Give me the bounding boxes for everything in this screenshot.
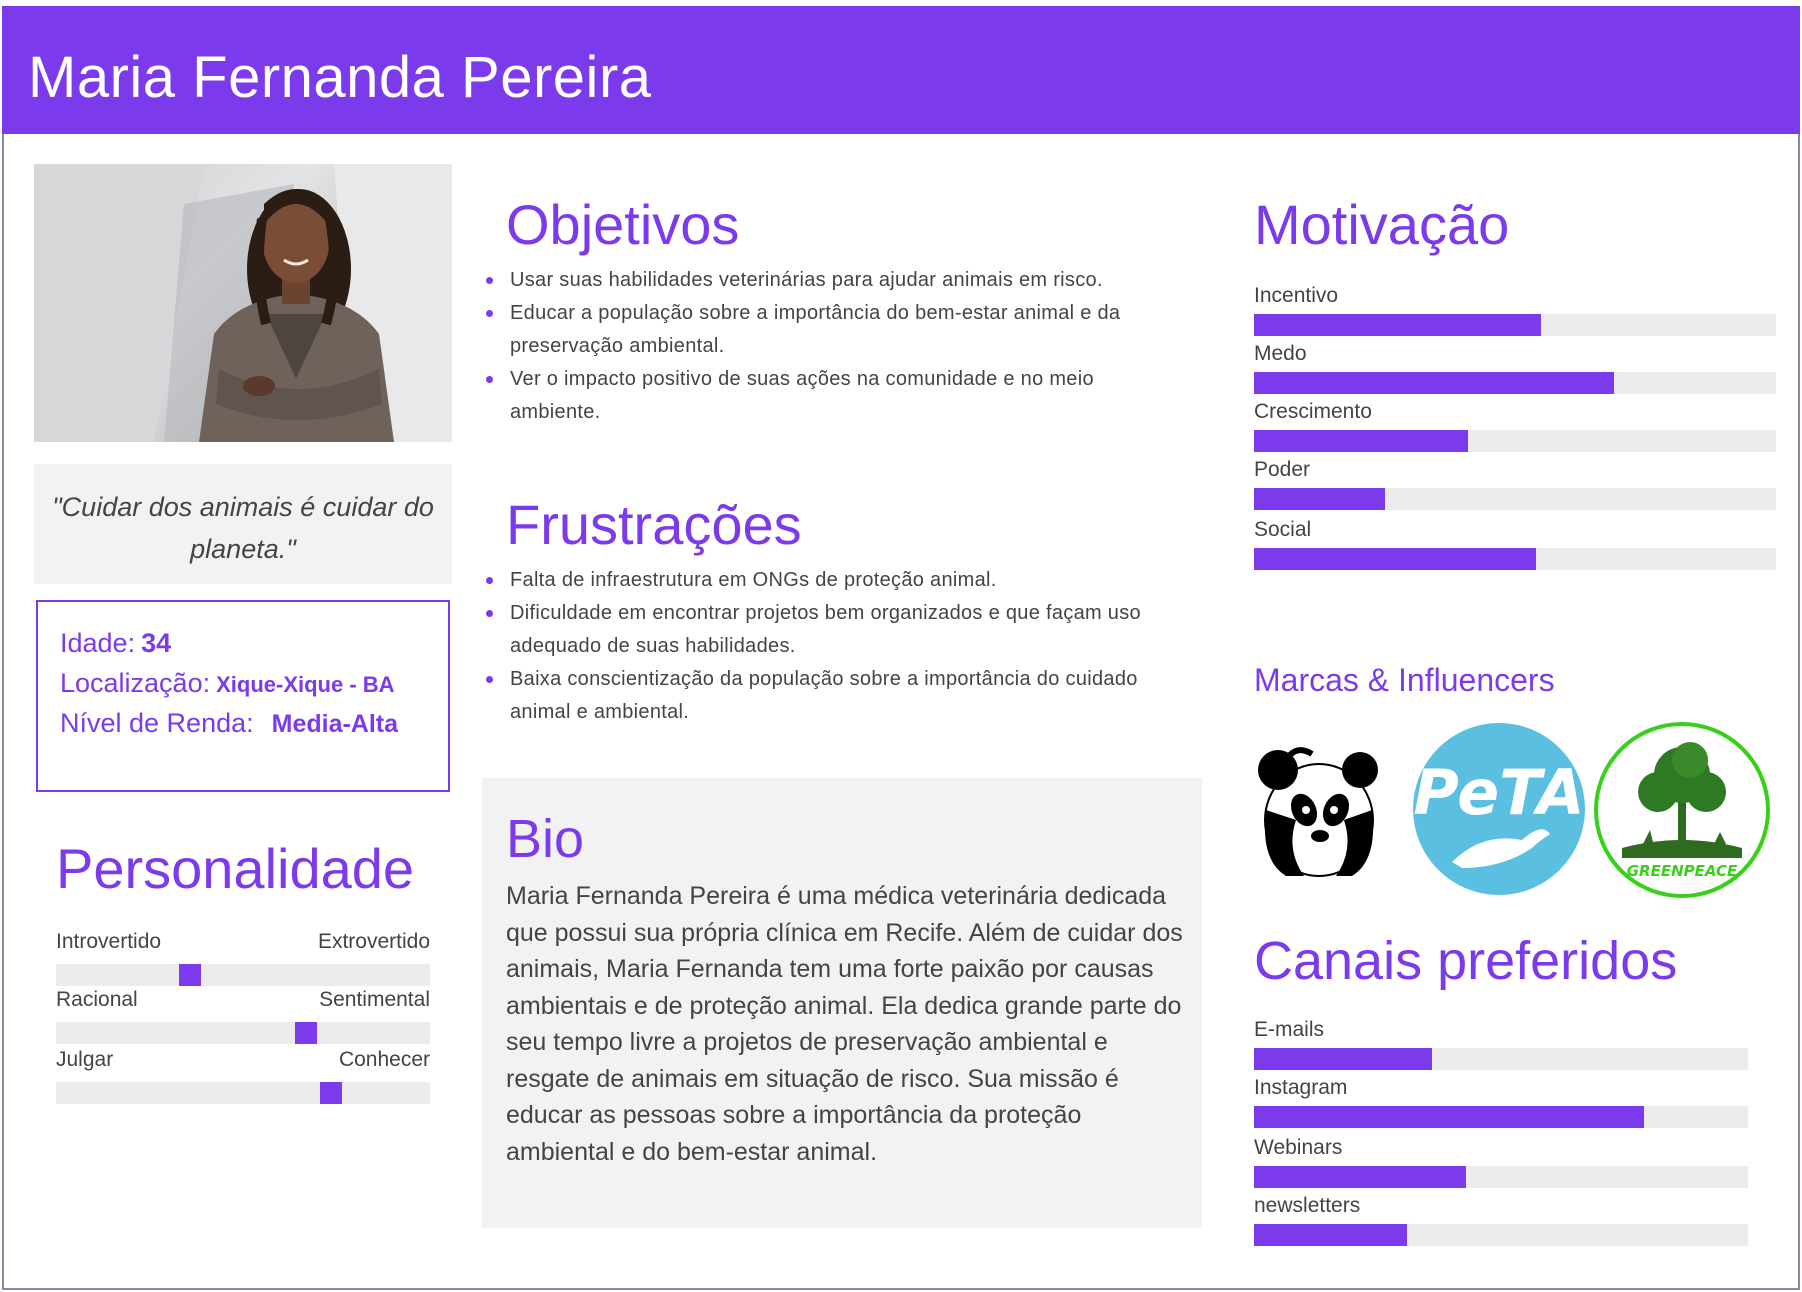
panda-logo-icon <box>1256 740 1382 880</box>
age-label: Idade: <box>60 628 136 658</box>
goals-list: Usar suas habilidades veterinárias para … <box>486 264 1190 429</box>
trait-left-label: Racional <box>56 988 138 1011</box>
goals-title: Objetivos <box>506 193 740 256</box>
trait-slider-track <box>56 1022 430 1044</box>
peta-logo-icon: PeTA <box>1412 722 1586 896</box>
channel-label: Instagram <box>1254 1076 1348 1099</box>
trait-left-label: Introvertido <box>56 930 162 953</box>
demographics-box: Idade: 34 Localização: Xique-Xique - BA Ní… <box>36 600 450 792</box>
motivation-track <box>1254 430 1776 452</box>
trait-slider-track <box>56 964 430 986</box>
channel-label: newsletters <box>1254 1194 1361 1217</box>
trait-slider-knob[interactable] <box>320 1082 342 1104</box>
motivation-label: Incentivo <box>1254 284 1339 307</box>
motivation-label: Social <box>1254 518 1312 541</box>
channel-label: Webinars <box>1254 1136 1343 1159</box>
location-value: Xique-Xique - BA <box>216 672 395 697</box>
channel-track <box>1254 1166 1748 1188</box>
motivation-track <box>1254 488 1776 510</box>
motivation-title: Motivação <box>1254 193 1510 256</box>
goal-item: Ver o impacto positivo de suas ações na … <box>486 363 1190 429</box>
trait-slider-track <box>56 1082 430 1104</box>
motivation-label: Poder <box>1254 458 1311 481</box>
motivation-track <box>1254 314 1776 336</box>
trait-right-label: Extrovertido <box>317 930 430 953</box>
greenpeace-logo-icon: GREENPEACE <box>1592 720 1772 900</box>
personality-title: Personalidade <box>56 837 415 900</box>
income-label: Nível de Renda: <box>60 708 254 738</box>
bio-title: Bio <box>506 809 585 869</box>
motivation-track <box>1254 372 1776 394</box>
persona-name: Maria Fernanda Pereira <box>28 45 652 110</box>
peta-logo-text: PeTA <box>1413 756 1584 829</box>
trait-slider-knob[interactable] <box>179 964 201 986</box>
channel-label: E-mails <box>1254 1018 1325 1041</box>
brands-title: Marcas & Influencers <box>1254 662 1555 698</box>
channel-fill <box>1254 1166 1467 1188</box>
motivation-fill <box>1254 314 1542 336</box>
persona-quote: "Cuidar dos animais é cuidar do planeta.… <box>52 492 434 564</box>
channel-track <box>1254 1048 1748 1070</box>
channel-fill <box>1254 1106 1645 1128</box>
motivation-label: Crescimento <box>1254 400 1372 423</box>
channel-track <box>1254 1224 1748 1246</box>
motivation-track <box>1254 548 1776 570</box>
trait-right-label: Conhecer <box>338 1048 430 1071</box>
motivation-fill <box>1254 548 1536 570</box>
channel-fill <box>1254 1048 1432 1070</box>
frustrations-list: Falta de infraestrutura em ONGs de prote… <box>486 564 1190 729</box>
motivation-fill <box>1254 372 1615 394</box>
frustrations-title: Frustrações <box>506 493 802 556</box>
motivation-fill <box>1254 430 1469 452</box>
trait-right-label: Sentimental <box>319 988 430 1011</box>
motivation-fill <box>1254 488 1385 510</box>
frustration-item: Baixa conscientização da população sobre… <box>486 663 1190 729</box>
header-bar: Maria Fernanda Pereira <box>2 6 1800 134</box>
location-row: Localização: Xique-Xique - BA <box>60 668 395 699</box>
channels-title: Canais preferidos <box>1254 931 1678 991</box>
trait-slider-knob[interactable] <box>295 1022 317 1044</box>
frustration-item: Dificuldade em encontrar projetos bem or… <box>486 597 1190 663</box>
goal-item: Usar suas habilidades veterinárias para … <box>486 264 1190 297</box>
income-row: Nível de Renda: Media-Alta <box>60 708 398 739</box>
motivation-label: Medo <box>1254 342 1307 365</box>
age-row: Idade: 34 <box>60 628 171 659</box>
trait-left-label: Julgar <box>56 1048 114 1071</box>
age-value: 34 <box>141 628 172 658</box>
quote-panel: "Cuidar dos animais é cuidar do planeta.… <box>34 464 452 584</box>
greenpeace-logo-text: GREENPEACE <box>1627 862 1738 880</box>
frustration-item: Falta de infraestrutura em ONGs de prote… <box>486 564 1190 597</box>
goal-item: Educar a população sobre a importância d… <box>486 297 1190 363</box>
channel-track <box>1254 1106 1748 1128</box>
location-label: Localização: <box>60 668 211 698</box>
bio-text: Maria Fernanda Pereira é uma médica vete… <box>506 882 1183 1166</box>
channel-fill <box>1254 1224 1408 1246</box>
persona-photo <box>34 164 452 442</box>
income-value: Media-Alta <box>271 710 399 738</box>
